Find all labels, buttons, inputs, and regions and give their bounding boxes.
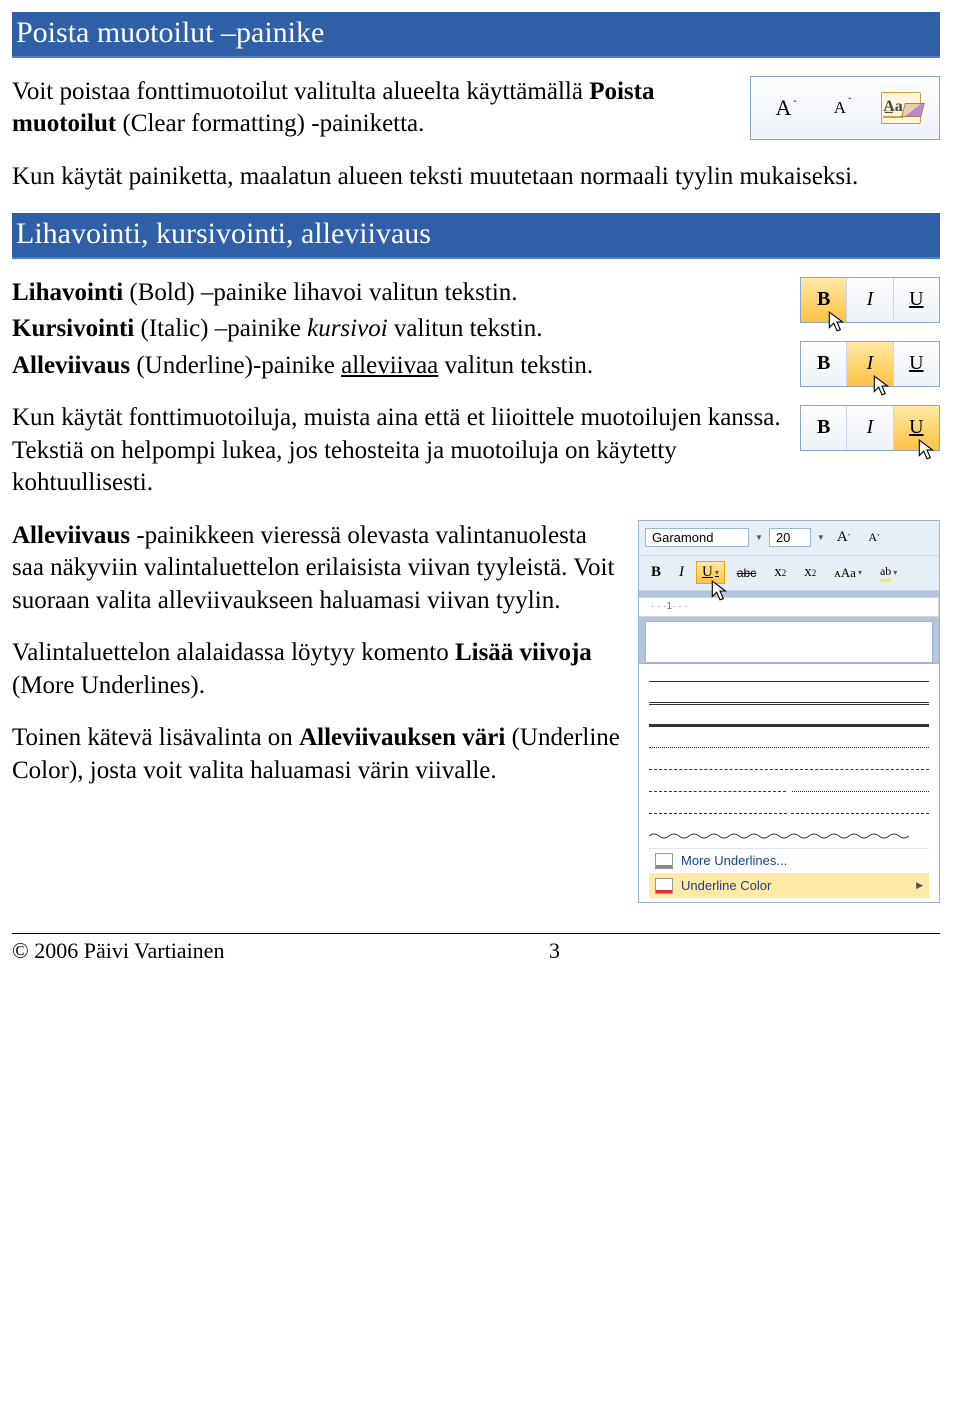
- cursor-icon: [873, 375, 891, 397]
- para-underline-dropdown: Alleviivaus -painikkeen vieressä olevast…: [12, 520, 620, 618]
- underline-button[interactable]: U: [894, 342, 939, 386]
- bold-button[interactable]: B: [801, 406, 847, 450]
- bold-button[interactable]: B: [801, 342, 847, 386]
- text: (Underline)-painike: [130, 352, 341, 379]
- superscript-button[interactable]: x2: [798, 561, 822, 584]
- underline-style-dropdown: More Underlines... Underline Color ▶: [639, 663, 939, 902]
- clear-formatting-button[interactable]: A̲a: [881, 92, 921, 124]
- label: A: [868, 530, 877, 545]
- text-italic: kursivoi: [307, 315, 388, 342]
- grow-font-button[interactable]: Aˆ: [831, 526, 857, 549]
- thumbnail-biu-bold: B I U: [800, 277, 940, 323]
- text: Voit poistaa fonttimuotoilut valitulta a…: [12, 78, 589, 105]
- ruler: · · · 1 · · ·: [639, 597, 939, 617]
- text: (Clear formatting) -painiketta.: [116, 110, 424, 137]
- chevron-down-icon[interactable]: ▼: [755, 533, 763, 542]
- text-bold: Alleviivaus: [12, 352, 130, 379]
- label: x: [804, 564, 812, 581]
- document-backdrop: · · · 1 · · ·: [639, 591, 939, 663]
- cursor-icon: [828, 311, 846, 333]
- text: valitun tekstin.: [438, 352, 593, 379]
- text-bold: Lisää viivoja: [455, 639, 592, 666]
- underline-color-item[interactable]: Underline Color ▶: [649, 873, 929, 898]
- highlight-button[interactable]: ab▾: [874, 561, 903, 585]
- more-underlines-icon: [655, 853, 673, 869]
- font-size-combo[interactable]: 20: [769, 528, 811, 547]
- underline-style-option[interactable]: [649, 716, 929, 736]
- bold-button[interactable]: B: [645, 561, 667, 584]
- label: U: [702, 564, 713, 581]
- line-italic: Kursivointi (Italic) –painike kursivoi v…: [12, 313, 782, 346]
- underline-style-option[interactable]: [649, 760, 929, 780]
- para-more-underlines: Valintaluettelon alalaidassa löytyy kome…: [12, 637, 620, 702]
- label: ᴀAa: [834, 565, 856, 581]
- underline-color-icon: [655, 878, 673, 894]
- shrink-font-button[interactable]: Aˇ: [862, 527, 885, 548]
- shrink-font-button[interactable]: Aˇ: [827, 95, 859, 120]
- grow-font-button[interactable]: Aˆ: [769, 93, 804, 123]
- underline-style-option[interactable]: [649, 826, 929, 846]
- text: (Bold) –painike lihavoi valitun tekstin.: [123, 279, 517, 306]
- cursor-icon: [918, 439, 936, 461]
- text: (Italic) –painike: [134, 315, 307, 342]
- label: Underline Color: [681, 878, 771, 893]
- ruler-mark: 1: [667, 601, 673, 612]
- chevron-down-icon[interactable]: ▼: [817, 533, 825, 542]
- change-case-button[interactable]: ᴀAa▾: [828, 562, 868, 584]
- footer-copyright: © 2006 Päivi Vartiainen: [12, 938, 224, 964]
- eraser-icon: [901, 103, 925, 117]
- text: (More Underlines).: [12, 672, 205, 699]
- para-underline-color: Toinen kätevä lisävalinta on Alleviivauk…: [12, 722, 620, 787]
- italic-button[interactable]: I: [847, 406, 893, 450]
- para-clearfmt-intro: Voit poistaa fonttimuotoilut valitulta a…: [12, 76, 732, 141]
- thumbnail-biu-italic: B I U: [800, 341, 940, 387]
- text: Toinen kätevä lisävalinta on: [12, 724, 299, 751]
- text: valitun tekstin.: [388, 315, 543, 342]
- line-bold: Lihavointi (Bold) –painike lihavoi valit…: [12, 277, 782, 310]
- cursor-icon: [711, 580, 729, 602]
- wave-underline-icon: [649, 832, 929, 840]
- page-footer: © 2006 Päivi Vartiainen 3: [12, 938, 940, 964]
- chevron-down-icon: ˇ: [848, 98, 851, 108]
- chevron-up-icon: ˆ: [793, 101, 796, 111]
- subscript-button[interactable]: x2: [768, 561, 792, 584]
- underline-style-option[interactable]: [649, 804, 929, 824]
- para-moderation: Kun käytät fonttimuotoiluja, muista aina…: [12, 402, 782, 500]
- label: x: [774, 564, 782, 581]
- text-underline: alleviivaa: [341, 352, 438, 379]
- underline-style-option[interactable]: [649, 694, 929, 714]
- underline-style-option[interactable]: [649, 672, 929, 692]
- underline-style-option[interactable]: [649, 738, 929, 758]
- strikethrough-button[interactable]: abc: [731, 563, 762, 583]
- italic-button[interactable]: I: [847, 278, 893, 322]
- text-bold: Lihavointi: [12, 279, 123, 306]
- document-page: [645, 621, 933, 663]
- text-bold: Alleviivaus: [12, 522, 130, 549]
- more-underlines-item[interactable]: More Underlines...: [649, 848, 929, 873]
- footer-page-number: 3: [549, 938, 560, 964]
- heading-clear-formatting: Poista muotoilut –painike: [12, 12, 940, 58]
- footer-separator: [12, 933, 940, 934]
- shrink-font-label: A: [834, 99, 846, 116]
- label: More Underlines...: [681, 853, 787, 868]
- text-bold: Kursivointi: [12, 315, 134, 342]
- underline-button[interactable]: U: [894, 278, 939, 322]
- para-clearfmt-effect: Kun käytät painiketta, maalatun alueen t…: [12, 161, 940, 194]
- text-bold: Alleviivauksen väri: [299, 724, 505, 751]
- thumbnail-font-size-group: Aˆ Aˇ A̲a: [750, 76, 940, 140]
- text: Valintaluettelon alalaidassa löytyy kome…: [12, 639, 455, 666]
- font-name-combo[interactable]: Garamond: [645, 528, 749, 547]
- heading-biu: Lihavointi, kursivointi, alleviivaus: [12, 213, 940, 259]
- ribbon-font-panel: Garamond ▼ 20 ▼ Aˆ Aˇ B I U▾ abc x2 x2 ᴀ…: [638, 520, 940, 903]
- underline-style-option[interactable]: [649, 782, 929, 802]
- label: A: [837, 529, 848, 546]
- line-underline: Alleviivaus (Underline)-painike alleviiv…: [12, 350, 782, 383]
- clear-formatting-icon: A̲a: [883, 98, 903, 118]
- dropdown-arrow-icon[interactable]: ▾: [715, 568, 719, 577]
- submenu-arrow-icon: ▶: [916, 880, 923, 891]
- italic-button[interactable]: I: [673, 561, 690, 584]
- grow-font-label: A: [776, 97, 792, 119]
